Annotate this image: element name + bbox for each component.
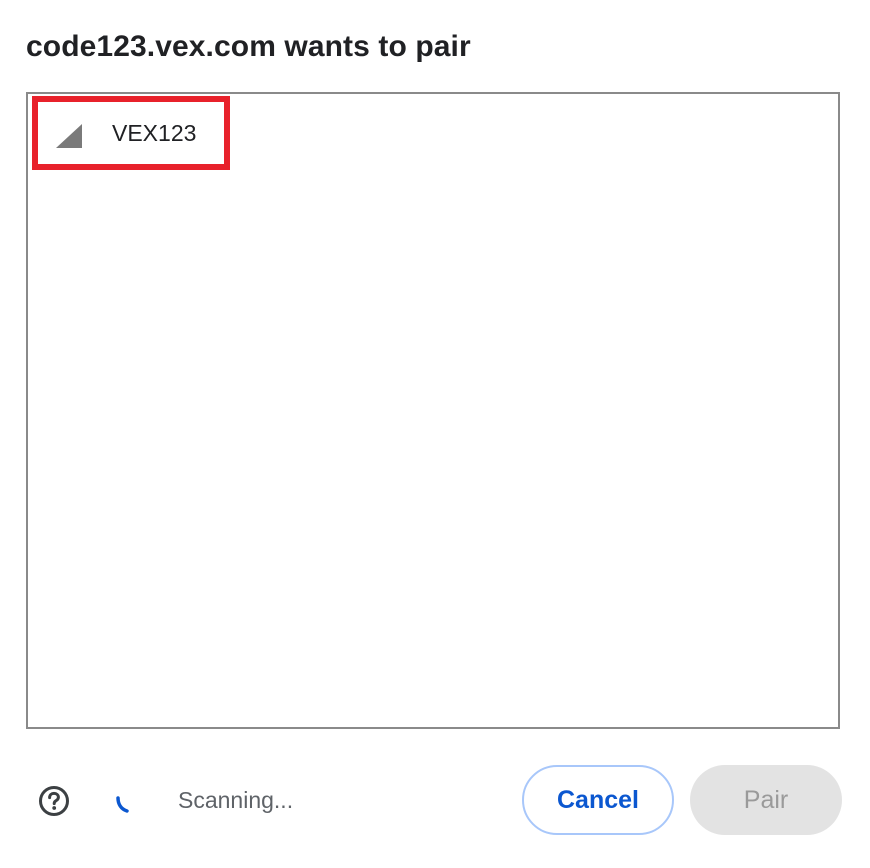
help-circle-icon[interactable] bbox=[38, 785, 70, 817]
device-name: VEX123 bbox=[112, 120, 197, 146]
loading-spinner-icon bbox=[116, 796, 129, 813]
device-list[interactable]: VEX123 bbox=[26, 92, 840, 729]
pair-dialog: code123.vex.com wants to pair VEX123 Sca… bbox=[0, 0, 870, 868]
scanning-status: Scanning... bbox=[178, 787, 294, 813]
dialog-footer: Scanning... Cancel Pair bbox=[0, 760, 870, 840]
pair-button[interactable]: Pair bbox=[690, 765, 842, 835]
dialog-title: code123.vex.com wants to pair bbox=[26, 30, 471, 63]
device-item[interactable]: VEX123 bbox=[32, 96, 230, 170]
cancel-button[interactable]: Cancel bbox=[522, 765, 674, 835]
signal-strength-icon bbox=[56, 124, 82, 148]
